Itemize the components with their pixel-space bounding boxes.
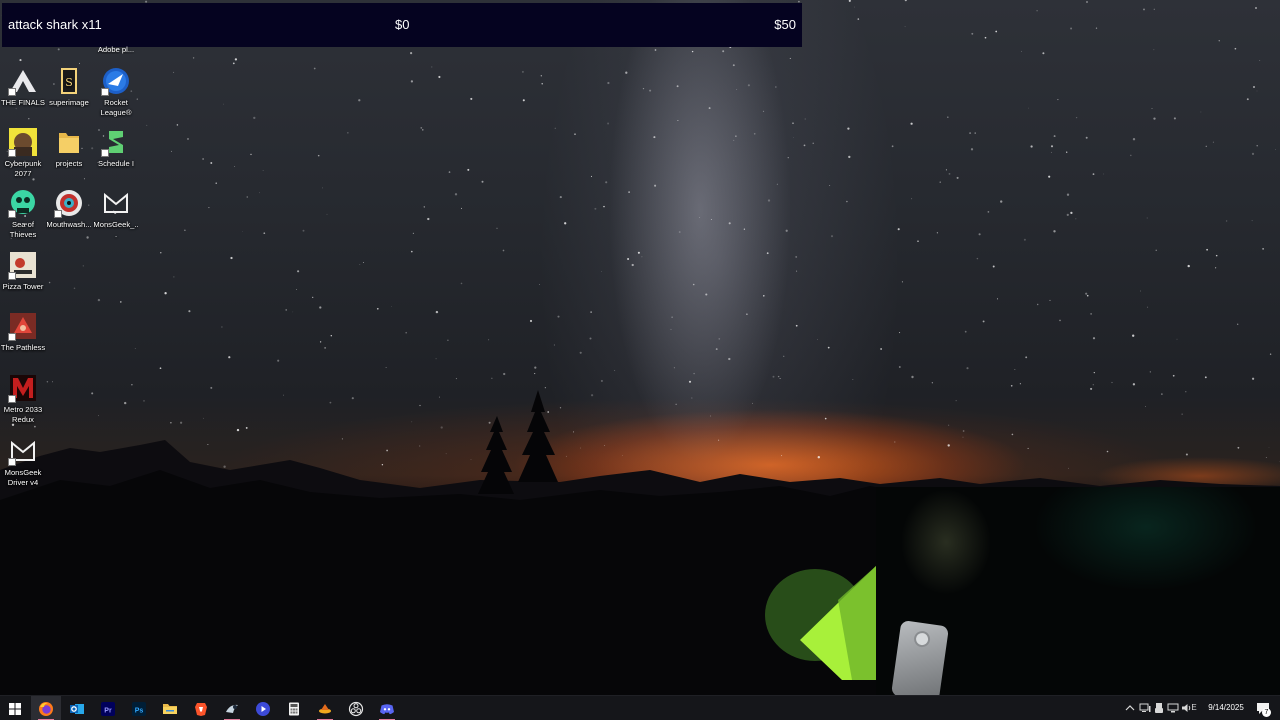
desktop-icon-mouthwash[interactable]: Mouthwash... xyxy=(46,188,92,230)
desktop-icon-label: Sea of Thieves xyxy=(9,220,37,239)
network-icon xyxy=(1167,703,1179,713)
desktop-icon-projects[interactable]: projects xyxy=(46,127,92,169)
notification-count-badge: 7 xyxy=(1262,708,1271,717)
taskbar-premiere-pro[interactable]: Pr xyxy=(93,696,123,720)
goal-product-name: attack shark x11 xyxy=(8,17,102,32)
calculator-icon xyxy=(289,702,299,715)
pizza-tower-icon xyxy=(8,250,38,280)
webcam-device-image xyxy=(890,620,950,702)
desktop-icon-pizza-tower[interactable]: Pizza Tower xyxy=(0,250,46,292)
desktop-icon-superimage[interactable]: S superimage xyxy=(46,66,92,108)
superimage-icon: S xyxy=(54,66,84,96)
desktop-icon-label: superimage xyxy=(49,98,89,107)
desktop-icon-metro-2033[interactable]: Metro 2033 Redux xyxy=(0,373,46,425)
desktop-icon-label: MonsGeek Driver v4 xyxy=(4,468,42,487)
brave-icon xyxy=(195,702,207,716)
webcam-overlay xyxy=(876,487,1280,705)
shortcut-arrow-icon xyxy=(101,149,109,157)
game-launcher-icon xyxy=(319,703,331,713)
the-finals-icon xyxy=(8,66,38,96)
desktop-icon-label: Cyberpunk 2077 xyxy=(4,159,42,178)
taskbar-steam[interactable] xyxy=(217,696,247,720)
monsgeek-icon xyxy=(101,188,131,218)
desktop-icon-the-finals[interactable]: THE FINALS xyxy=(0,66,46,108)
shortcut-arrow-icon xyxy=(8,149,16,157)
desktop-icon-label: The Pathless xyxy=(0,343,46,352)
taskbar-calculator[interactable] xyxy=(279,696,309,720)
schedule-one-icon xyxy=(101,127,131,157)
cyberpunk-icon xyxy=(8,127,38,157)
taskbar-media-player[interactable] xyxy=(248,696,278,720)
taskbar-discord[interactable] xyxy=(372,696,402,720)
tray-usb-button[interactable] xyxy=(1152,701,1166,715)
tray-display-icon-button[interactable] xyxy=(1138,701,1152,715)
shortcut-arrow-icon xyxy=(8,333,16,341)
windows-start-icon xyxy=(9,702,21,715)
monsgeek-driver-icon xyxy=(8,436,38,466)
folder-icon xyxy=(54,127,84,157)
taskbar-game-launcher[interactable] xyxy=(310,696,340,720)
firefox-icon xyxy=(39,701,53,716)
lens-icon xyxy=(913,630,932,649)
obs-icon xyxy=(348,701,364,716)
desktop-icon-label: THE FINALS xyxy=(1,98,45,107)
chevron-up-icon xyxy=(1125,705,1135,711)
shortcut-arrow-icon xyxy=(54,210,62,218)
tray-network-button[interactable] xyxy=(1166,701,1180,715)
taskbar: Pr Ps E 9/14/2025 7 xyxy=(0,695,1280,720)
tray-overflow-button[interactable] xyxy=(1123,701,1137,715)
svg-text:S: S xyxy=(65,76,73,89)
premiere-pro-icon: Pr xyxy=(101,701,115,716)
outlook-icon xyxy=(70,703,84,714)
shortcut-arrow-icon xyxy=(8,458,16,466)
discord-icon xyxy=(380,703,394,714)
goal-current-amount: $0 xyxy=(395,17,410,32)
start-button[interactable] xyxy=(0,696,30,720)
goal-target-amount: $50 xyxy=(774,17,796,32)
photoshop-icon: Ps xyxy=(132,701,146,716)
sea-of-thieves-icon xyxy=(8,188,38,218)
shortcut-arrow-icon xyxy=(8,210,16,218)
media-player-icon xyxy=(256,701,270,716)
desktop-icon-label: Rocket League® xyxy=(100,98,132,117)
shortcut-arrow-icon xyxy=(8,272,16,280)
taskbar-date[interactable]: 9/14/2025 xyxy=(1200,703,1252,712)
desktop-icon-label: Pizza Tower xyxy=(2,282,44,291)
taskbar-obs[interactable] xyxy=(341,696,371,720)
taskbar-firefox[interactable] xyxy=(31,696,61,720)
donation-goal-bar: attack shark x11 $0 $50 xyxy=(2,3,802,47)
desktop-icon-cyberpunk[interactable]: Cyberpunk 2077 xyxy=(0,127,46,179)
svg-text:Ps: Ps xyxy=(135,707,144,714)
taskbar-photoshop[interactable]: Ps xyxy=(124,696,154,720)
file-explorer-icon xyxy=(163,703,177,714)
desktop-icon-label-adobe: Adobe pl... xyxy=(97,45,135,54)
notification-center-button[interactable]: 7 xyxy=(1254,700,1272,717)
desktop-icon-schedule-one[interactable]: Schedule I xyxy=(93,127,139,169)
desktop-icon-the-pathless[interactable]: The Pathless xyxy=(0,311,46,353)
usb-device-icon xyxy=(1155,703,1163,713)
desktop-icon-label: projects xyxy=(55,159,83,168)
taskbar-outlook[interactable] xyxy=(62,696,92,720)
steam-icon xyxy=(226,704,238,713)
desktop-icon-monsgeek[interactable]: MonsGeek_... xyxy=(93,188,139,240)
desktop-icon-monsgeek-driver[interactable]: MonsGeek Driver v4 xyxy=(0,436,46,488)
shortcut-arrow-icon xyxy=(8,395,16,403)
taskbar-brave[interactable] xyxy=(186,696,216,720)
the-pathless-icon xyxy=(8,311,38,341)
desktop-icon-label: MonsGeek_... xyxy=(93,220,139,239)
rocket-league-icon xyxy=(101,66,131,96)
desktop-icon-sea-of-thieves[interactable]: Sea of Thieves xyxy=(0,188,46,240)
metro-2033-icon xyxy=(8,373,38,403)
desktop-icon-label: Schedule I xyxy=(98,159,134,168)
desktop-icon-rocket-league[interactable]: Rocket League® xyxy=(93,66,139,118)
tray-language-indicator[interactable]: E xyxy=(1187,701,1201,715)
desktop-icon-label: Mouthwash... xyxy=(46,220,92,229)
taskbar-file-explorer[interactable] xyxy=(155,696,185,720)
display-icon xyxy=(1139,703,1151,712)
svg-text:Pr: Pr xyxy=(104,707,112,714)
desktop-icon-label: Metro 2033 Redux xyxy=(3,405,43,424)
mouthwash-icon xyxy=(54,188,84,218)
shortcut-arrow-icon xyxy=(101,88,109,96)
shortcut-arrow-icon xyxy=(8,88,16,96)
